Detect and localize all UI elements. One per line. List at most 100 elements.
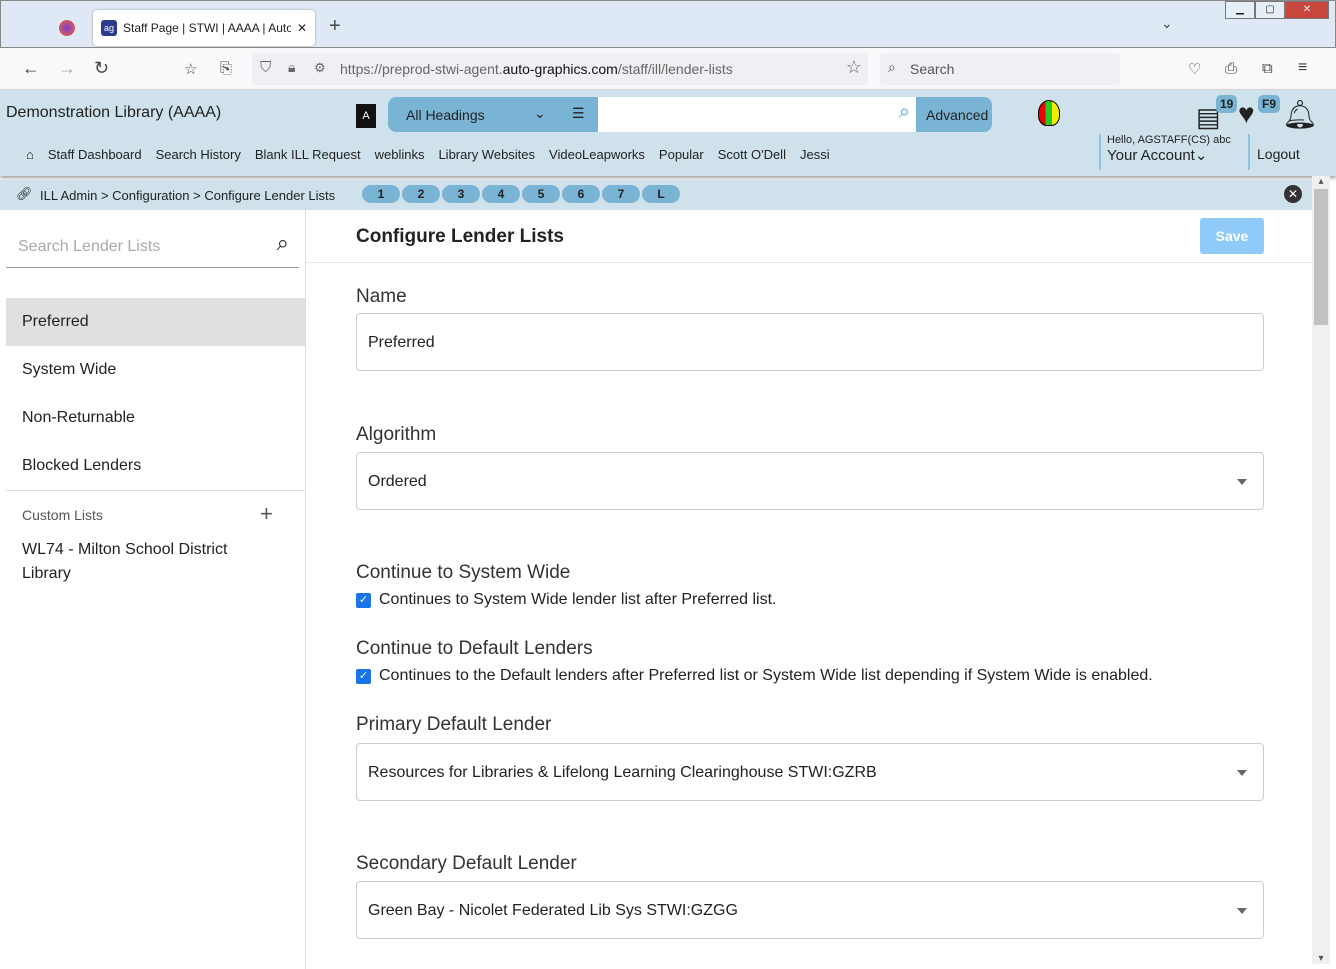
url-bar[interactable]: ⛉ 🔒︎ ⚙ https://preprod-stwi-agent.auto-g… <box>252 53 868 85</box>
secondary-lender-select[interactable]: Green Bay - Nicolet Federated Lib Sys ST… <box>356 881 1264 939</box>
quick-pill-7[interactable]: 7 <box>602 185 640 203</box>
save-button[interactable]: Save <box>1200 218 1264 254</box>
nav-link-scott-odell[interactable]: Scott O'Dell <box>718 147 786 162</box>
new-tab-icon[interactable]: + <box>329 15 341 38</box>
nav-link-jessi[interactable]: Jessi <box>800 147 830 162</box>
secondary-lender-label: Secondary Default Lender <box>356 853 577 874</box>
share-icon[interactable]: ⎘ <box>220 60 232 77</box>
bell-icon[interactable]: 🔔︎ <box>1282 98 1318 131</box>
quick-pill-4[interactable]: 4 <box>482 185 520 203</box>
quick-pill-3[interactable]: 3 <box>442 185 480 203</box>
sidebar-search[interactable]: Search Lender Lists ⌕ <box>6 210 299 268</box>
scrollbar-thumb[interactable] <box>1314 189 1328 325</box>
name-label: Name <box>356 286 407 307</box>
continue-default-checkbox[interactable]: ✓ Continues to the Default lenders after … <box>356 667 1153 685</box>
quick-pill-2[interactable]: 2 <box>402 185 440 203</box>
name-input[interactable]: Preferred <box>356 313 1264 371</box>
search-scope-value: All Headings <box>406 107 485 123</box>
search-placeholder: Search <box>910 61 955 77</box>
database-icon[interactable]: ☰ <box>572 105 585 122</box>
tab-title: Staff Page | STWI | AAAA | Auto- <box>123 21 291 35</box>
greeting: Hello, AGSTAFF(CS) abc <box>1107 134 1231 146</box>
nav-link-blank-ill-request[interactable]: Blank ILL Request <box>255 147 361 162</box>
home-icon[interactable]: ⌂ <box>26 147 34 162</box>
bookmark-star-icon[interactable]: ☆ <box>846 57 862 78</box>
quick-pill-1[interactable]: 1 <box>362 185 400 203</box>
checkbox-checked-icon[interactable]: ✓ <box>356 592 371 608</box>
account-label: Your Account <box>1107 147 1195 164</box>
page-scrollbar[interactable]: ▴ ▾ <box>1312 176 1330 964</box>
sidebar-search-placeholder: Search Lender Lists <box>18 238 161 255</box>
search-input[interactable]: ⌕ <box>598 97 916 132</box>
checkbox-checked-icon[interactable]: ✓ <box>356 668 371 684</box>
bookmark-import-icon[interactable]: ☆ <box>184 60 197 78</box>
quick-pill-6[interactable]: 6 <box>562 185 600 203</box>
sidebar-item-system-wide[interactable]: System Wide <box>6 346 305 394</box>
breadcrumb-configuration[interactable]: Configuration <box>112 188 189 203</box>
nav-links: ⌂ Staff Dashboard Search History Blank I… <box>26 147 830 162</box>
search-icon: ⌕ <box>888 59 896 75</box>
dropdown-caret-icon <box>1237 770 1247 781</box>
nav-link-weblinks[interactable]: weblinks <box>375 147 425 162</box>
close-tab-icon[interactable]: ✕ <box>297 21 307 35</box>
browser-tab[interactable]: ag Staff Page | STWI | AAAA | Auto- ✕ <box>93 10 315 46</box>
app-header: Demonstration Library (AAAA) A All Headi… <box>0 90 1336 176</box>
window-controls: ▁ ▢ ✕ <box>1225 1 1329 19</box>
sidebar-item-non-returnable[interactable]: Non-Returnable <box>6 394 305 442</box>
browser-tab-bar: ag Staff Page | STWI | AAAA | Auto- ✕ + … <box>0 0 1336 48</box>
search-icon[interactable]: ⌕ <box>277 230 289 256</box>
maximize-icon[interactable]: ▢ <box>1255 1 1285 19</box>
pocket-icon[interactable]: ♡ <box>1188 60 1201 78</box>
nav-link-popular[interactable]: Popular <box>659 147 704 162</box>
close-icon[interactable]: ✕ <box>1284 185 1302 203</box>
algorithm-select[interactable]: Ordered <box>356 452 1264 510</box>
account-menu[interactable]: Hello, AGSTAFF(CS) abc Your Account⌄ <box>1099 134 1231 170</box>
url-prefix: https://preprod-stwi-agent. <box>340 61 503 77</box>
logout-link[interactable]: Logout <box>1248 134 1300 170</box>
search-scope-select[interactable]: All Headings ⌄ ☰ <box>388 97 598 132</box>
continue-default-label: Continue to Default Lenders <box>356 638 593 659</box>
minimize-icon[interactable]: ▁ <box>1225 1 1255 19</box>
algorithm-label: Algorithm <box>356 424 437 445</box>
print-icon[interactable]: ⎙ <box>1225 60 1237 77</box>
language-icon[interactable]: A <box>356 104 376 128</box>
continue-system-wide-label: Continue to System Wide <box>356 562 571 583</box>
nav-link-search-history[interactable]: Search History <box>156 147 241 162</box>
custom-list-item[interactable]: WL74 - Milton School District Library <box>6 534 246 590</box>
add-list-icon[interactable]: + <box>260 501 273 527</box>
library-name: Demonstration Library (AAAA) <box>6 104 222 121</box>
breadcrumb: 🔗︎ ILL Admin > Configuration > Configure… <box>0 180 1312 210</box>
lender-list-sidebar: Search Lender Lists ⌕ Preferred System W… <box>6 210 306 969</box>
advanced-search-button[interactable]: Advanced <box>916 97 992 132</box>
nav-link-library-websites[interactable]: Library Websites <box>438 147 535 162</box>
search-icon[interactable]: ⌕ <box>899 101 910 124</box>
primary-lender-select[interactable]: Resources for Libraries & Lifelong Learn… <box>356 743 1264 801</box>
name-value: Preferred <box>368 334 435 351</box>
dropdown-caret-icon <box>1237 479 1247 490</box>
sidebar-item-preferred[interactable]: Preferred <box>6 298 305 346</box>
breadcrumb-ill-admin[interactable]: ILL Admin <box>40 188 97 203</box>
continue-system-wide-checkbox[interactable]: ✓ Continues to System Wide lender list af… <box>356 591 777 609</box>
url-path: /staff/ill/lender-lists <box>617 61 733 77</box>
catalog-search: All Headings ⌄ ☰ ⌕ Advanced <box>388 97 992 132</box>
menu-icon[interactable]: ≡ <box>1298 59 1307 77</box>
reload-icon[interactable]: ↻ <box>94 58 109 79</box>
back-icon[interactable]: ← <box>22 58 40 79</box>
quick-pill-5[interactable]: 5 <box>522 185 560 203</box>
algorithm-value: Ordered <box>368 473 427 490</box>
window-close-icon[interactable]: ✕ <box>1285 1 1329 19</box>
shield-icon: ⛉ <box>260 59 272 76</box>
extensions-icon[interactable]: ⧉ <box>1262 60 1273 77</box>
quick-pill-l[interactable]: L <box>642 185 680 203</box>
browser-search-input[interactable]: ⌕ Search <box>880 53 1120 85</box>
secondary-lender-value: Green Bay - Nicolet Federated Lib Sys ST… <box>368 902 738 919</box>
balloon-icon[interactable] <box>1038 100 1060 126</box>
forward-icon[interactable]: → <box>58 58 76 79</box>
heart-icon[interactable]: ♥ <box>1238 98 1255 130</box>
nav-link-staff-dashboard[interactable]: Staff Dashboard <box>48 147 142 162</box>
nav-link-videoleapworks[interactable]: VideoLeapworks <box>549 147 645 162</box>
sidebar-item-blocked-lenders[interactable]: Blocked Lenders <box>6 442 305 490</box>
permissions-icon[interactable]: ⚙ <box>314 60 326 76</box>
tab-list-chevron-icon[interactable]: ⌄ <box>1161 15 1173 32</box>
dropdown-caret-icon <box>1237 908 1247 919</box>
